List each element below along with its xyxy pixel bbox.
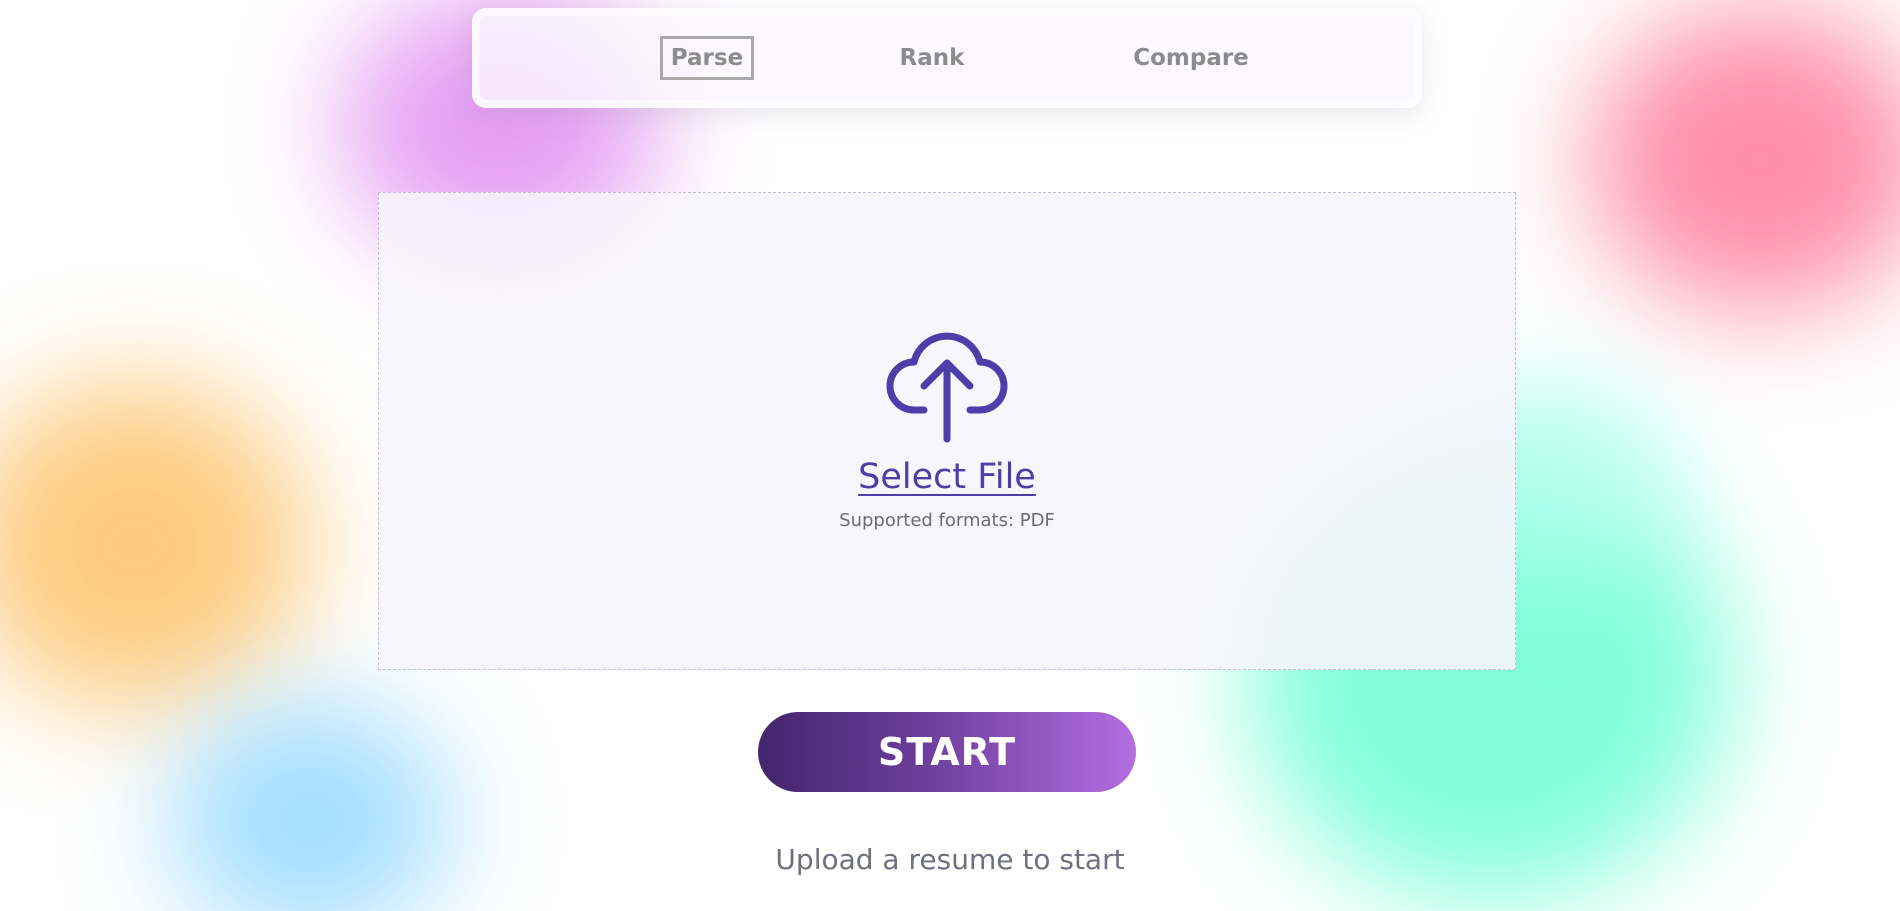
background-blob-blue [170,700,450,911]
file-drop-zone[interactable]: Select File Supported formats: PDF [378,192,1516,670]
top-nav: Parse Rank Compare [472,8,1422,108]
background-blob-orange [0,380,310,710]
supported-formats-text: Supported formats: PDF [839,510,1055,531]
cloud-upload-icon[interactable] [884,323,1012,443]
select-file-link[interactable]: Select File [858,457,1036,497]
tab-rank[interactable]: Rank [892,36,972,80]
tab-parse[interactable]: Parse [660,36,754,80]
tab-compare[interactable]: Compare [1116,36,1266,80]
start-button[interactable]: START [758,712,1136,792]
status-hint: Upload a resume to start [775,843,1125,876]
select-file-link-wrapper: Select File [379,457,1515,497]
app-page: Parse Rank Compare Select File Supported… [0,0,1900,911]
background-blob-pink [1590,10,1900,310]
